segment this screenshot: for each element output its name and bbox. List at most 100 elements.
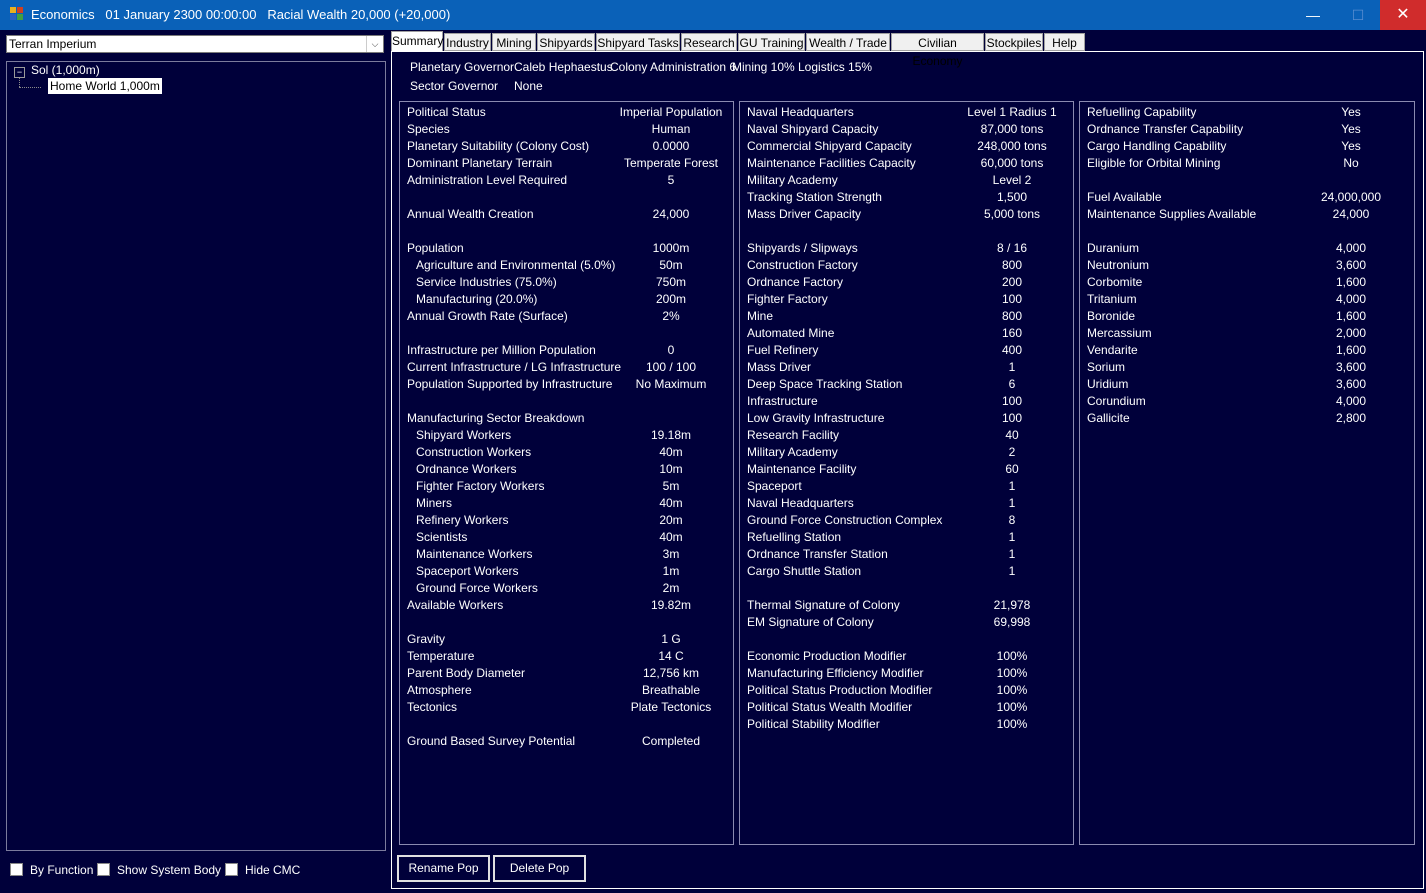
sector-governor-name[interactable]: None — [514, 79, 543, 93]
row-value: Completed — [641, 734, 701, 748]
row-value: 19.18m — [650, 428, 692, 442]
data-row — [1087, 172, 1409, 189]
tab-help[interactable]: Help — [1044, 33, 1085, 51]
by-function-checkbox[interactable]: By Function — [10, 863, 93, 877]
row-value: 1000m — [652, 241, 690, 255]
tab-summary[interactable]: Summary — [391, 31, 443, 52]
row-value: Yes — [1341, 139, 1361, 153]
row-value: 60 — [1005, 462, 1019, 476]
delete-pop-button[interactable]: Delete Pop — [493, 855, 586, 882]
row-value: Level 2 — [992, 173, 1032, 187]
tab-mining[interactable]: Mining — [492, 33, 536, 51]
data-row: Sorium 3,600 — [1087, 359, 1409, 376]
row-label: Maintenance Supplies Available — [1087, 207, 1257, 221]
row-label: Annual Wealth Creation — [407, 207, 534, 221]
rename-pop-button[interactable]: Rename Pop — [397, 855, 490, 882]
planetary-governor-name[interactable]: Caleb Hephaestus — [514, 60, 613, 74]
data-row: Construction Factory 800 — [747, 257, 1068, 274]
empire-dropdown[interactable]: Terran Imperium ⌵ — [6, 35, 384, 53]
row-value: 100% — [996, 700, 1028, 714]
chevron-down-icon[interactable]: ⌵ — [366, 36, 383, 52]
row-value: 1 — [1008, 564, 1016, 578]
tree-node-system[interactable]: Sol (1,000m) — [31, 63, 100, 77]
row-label: Refuelling Capability — [1087, 105, 1197, 119]
tab-shipyard-tasks[interactable]: Shipyard Tasks — [596, 33, 680, 51]
data-row — [407, 223, 728, 240]
row-value: 0.0000 — [652, 139, 690, 153]
tab-civilian-economy[interactable]: Civilian Economy — [891, 33, 984, 68]
row-value: 248,000 tons — [977, 139, 1047, 153]
row-value: 0 — [667, 343, 675, 357]
row-label: Political Status Wealth Modifier — [747, 700, 913, 714]
row-label: Infrastructure — [747, 394, 818, 408]
data-row: Automated Mine 160 — [747, 325, 1068, 342]
row-value: 6 — [1008, 377, 1016, 391]
data-row: Ground Force Workers 2m — [407, 580, 728, 597]
row-value: 40m — [659, 530, 683, 544]
row-value: 4,000 — [1335, 241, 1367, 255]
data-row: Service Industries (75.0%) 750m — [407, 274, 728, 291]
row-label: Commercial Shipyard Capacity — [747, 139, 912, 153]
tree-node-body[interactable]: Home World 1,000m — [48, 78, 162, 94]
data-row: Deep Space Tracking Station 6 — [747, 376, 1068, 393]
data-row: Annual Wealth Creation 24,000 — [407, 206, 728, 223]
window-title: Economics 01 January 2300 00:00:00 Racia… — [31, 7, 451, 22]
row-label: Naval Headquarters — [747, 105, 854, 119]
row-label: Temperature — [407, 649, 475, 663]
close-button[interactable]: ✕ — [1380, 0, 1426, 30]
row-label: Neutronium — [1087, 258, 1150, 272]
row-value: 100% — [996, 666, 1028, 680]
tab-wealth-trade[interactable]: Wealth / Trade — [806, 33, 890, 51]
hide-cmc-checkbox[interactable]: Hide CMC — [225, 863, 300, 877]
minimize-button[interactable]: — — [1290, 0, 1336, 30]
row-value: 1,600 — [1335, 275, 1367, 289]
data-row: Political Status Imperial Population — [407, 104, 728, 121]
data-row: Parent Body Diameter 12,756 km — [407, 665, 728, 682]
data-row: Eligible for Orbital Mining No — [1087, 155, 1409, 172]
row-value: 3,600 — [1335, 360, 1367, 374]
tab-stockpiles[interactable]: Stockpiles — [985, 33, 1043, 51]
governor-bonus: Mining 10% — [732, 60, 795, 74]
row-label: Annual Growth Rate (Surface) — [407, 309, 568, 323]
row-label: Ordnance Transfer Capability — [1087, 122, 1244, 136]
row-value: 40m — [659, 496, 683, 510]
tab-gu-training[interactable]: GU Training — [738, 33, 805, 51]
checkbox-box[interactable] — [97, 863, 110, 876]
planetary-governor-row: Planetary Governor — [410, 60, 514, 74]
collapse-icon[interactable]: − — [14, 67, 25, 78]
data-row: Vendarite 1,600 — [1087, 342, 1409, 359]
data-row — [747, 580, 1068, 597]
data-row: Naval Headquarters Level 1 Radius 1 — [747, 104, 1068, 121]
row-label: Ordnance Transfer Station — [747, 547, 888, 561]
data-row: Uridium 3,600 — [1087, 376, 1409, 393]
row-value: 8 — [1008, 513, 1016, 527]
checkbox-box[interactable] — [225, 863, 238, 876]
tab-industry[interactable]: Industry — [444, 33, 491, 51]
tab-research[interactable]: Research — [681, 33, 737, 51]
data-row: Tectonics Plate Tectonics — [407, 699, 728, 716]
row-label: Uridium — [1087, 377, 1129, 391]
row-label: Miners — [416, 496, 453, 510]
data-row — [747, 631, 1068, 648]
show-system-body-checkbox[interactable]: Show System Body — [97, 863, 221, 877]
row-label: Fighter Factory — [747, 292, 828, 306]
maximize-button[interactable]: ☐ — [1335, 0, 1381, 30]
data-row: Cargo Handling Capability Yes — [1087, 138, 1409, 155]
data-row: Manufacturing Sector Breakdown — [407, 410, 728, 427]
data-row: Maintenance Supplies Available 24,000 — [1087, 206, 1409, 223]
row-label: Ground Based Survey Potential — [407, 734, 576, 748]
row-label: Vendarite — [1087, 343, 1138, 357]
row-value: 19.82m — [650, 598, 692, 612]
row-label: Construction Factory — [747, 258, 858, 272]
tab-shipyards[interactable]: Shipyards — [537, 33, 595, 51]
data-row: Dominant Planetary Terrain Temperate Fore… — [407, 155, 728, 172]
row-value: Temperate Forest — [623, 156, 719, 170]
row-label: Manufacturing (20.0%) — [416, 292, 538, 306]
checkbox-box[interactable] — [10, 863, 23, 876]
row-label: Atmosphere — [407, 683, 472, 697]
data-row: Refinery Workers 20m — [407, 512, 728, 529]
row-value: 60,000 tons — [980, 156, 1044, 170]
row-label: Mercassium — [1087, 326, 1152, 340]
system-body-tree[interactable]: − Sol (1,000m) Home World 1,000m — [6, 61, 386, 851]
row-label: Agriculture and Environmental (5.0%) — [416, 258, 616, 272]
